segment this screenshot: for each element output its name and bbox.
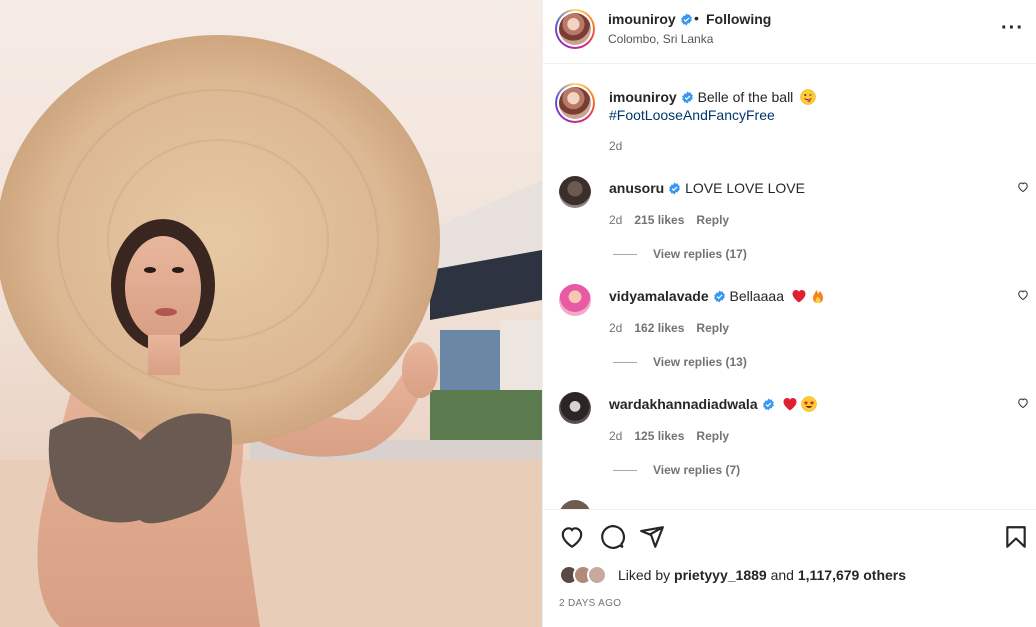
- view-replies-button[interactable]: View replies (7): [613, 463, 740, 477]
- verified-badge-icon: [681, 91, 693, 104]
- bookmark-icon[interactable]: [1003, 524, 1029, 550]
- commenter-username[interactable]: wardakhannadiadwala: [609, 396, 758, 412]
- red-heart-emoji-icon: [792, 290, 806, 303]
- comment-text-line: anusoru LOVE LOVE LOVE: [609, 180, 805, 196]
- comment-text-line: wardakhannadiadwala: [609, 396, 817, 412]
- commenter-avatar-partial[interactable]: [559, 500, 591, 509]
- share-icon[interactable]: [639, 524, 665, 550]
- comment-age: 2d: [609, 429, 623, 443]
- comment-text-line: vidyamalavade Bellaaaa: [609, 288, 826, 304]
- author-username[interactable]: imouniroy: [608, 11, 693, 27]
- caption-hashtag[interactable]: #FootLooseAndFancyFree: [609, 107, 775, 123]
- separator-dot: •: [694, 10, 699, 26]
- commenter-avatar[interactable]: [559, 284, 591, 316]
- comments-section[interactable]: imouniroy Belle of the ball #FootLooseAn…: [543, 64, 1036, 509]
- comment-likes[interactable]: 162 likes: [634, 321, 684, 335]
- caption-text: Belle of the ball: [697, 89, 794, 105]
- commenter-username[interactable]: anusoru: [609, 180, 664, 196]
- reply-button[interactable]: Reply: [696, 429, 729, 443]
- caption-avatar[interactable]: [555, 83, 595, 123]
- post-location[interactable]: Colombo, Sri Lanka: [608, 32, 713, 46]
- comment-item: wardakhannadiadwala 2d 125 likes Reply Vie…: [543, 392, 1036, 500]
- caption-line: imouniroy Belle of the ball: [609, 89, 816, 105]
- post-photo[interactable]: [0, 0, 542, 627]
- commenter-avatar[interactable]: [559, 176, 591, 208]
- caption-age: 2d: [609, 139, 623, 153]
- star-struck-emoji-icon: [800, 396, 817, 412]
- liker-avatars: [559, 565, 617, 587]
- liked-by-text: Liked by prietyyy_1889 and 1,117,679 oth…: [618, 567, 907, 583]
- author-avatar[interactable]: [555, 9, 595, 49]
- comment-likes[interactable]: 125 likes: [634, 429, 684, 443]
- comment-item: vidyamalavade Bellaaaa 2d 162 likes Reply …: [543, 284, 1036, 392]
- post-details-panel: imouniroy • Following Colombo, Sri Lanka…: [542, 0, 1036, 627]
- view-replies-button[interactable]: View replies (13): [613, 355, 747, 369]
- comment-like-heart-icon[interactable]: [1017, 289, 1029, 301]
- comment-icon[interactable]: [599, 524, 625, 550]
- post-timestamp[interactable]: 2 DAYS AGO: [559, 598, 621, 609]
- caption-username[interactable]: imouniroy: [609, 89, 677, 105]
- post-header: imouniroy • Following Colombo, Sri Lanka…: [543, 0, 1036, 64]
- fire-emoji-icon: [812, 290, 823, 303]
- commenter-avatar[interactable]: [559, 392, 591, 424]
- commenter-username[interactable]: vidyamalavade: [609, 288, 709, 304]
- comment-meta: 2d 215 likes Reply: [609, 213, 741, 227]
- verified-badge-icon: [680, 13, 692, 26]
- comment-likes[interactable]: 215 likes: [634, 213, 684, 227]
- likes-count[interactable]: 1,117,679 others: [798, 567, 906, 583]
- liker-avatar: [587, 565, 607, 585]
- comment-like-heart-icon[interactable]: [1017, 181, 1029, 193]
- comment-text: Bellaaaa: [729, 288, 785, 304]
- winking-tongue-emoji-icon: [800, 89, 816, 105]
- comment-like-heart-icon[interactable]: [1017, 397, 1029, 409]
- comment-text: LOVE LOVE LOVE: [685, 180, 805, 196]
- post-image: [0, 35, 542, 627]
- following-button[interactable]: Following: [706, 11, 771, 27]
- post-actions: Liked by prietyyy_1889 and 1,117,679 oth…: [543, 509, 1036, 627]
- verified-badge-icon: [762, 398, 774, 411]
- comment-age: 2d: [609, 321, 623, 335]
- reply-button[interactable]: Reply: [696, 321, 729, 335]
- liked-by-user[interactable]: prietyyy_1889: [674, 567, 767, 583]
- comment-meta: 2d 125 likes Reply: [609, 429, 741, 443]
- heart-icon[interactable]: [559, 524, 585, 550]
- comment-meta: 2d 162 likes Reply: [609, 321, 741, 335]
- view-replies-button[interactable]: View replies (17): [613, 247, 747, 261]
- comment-item: anusoru LOVE LOVE LOVE 2d 215 likes Reply …: [543, 176, 1036, 284]
- verified-badge-icon: [713, 290, 725, 303]
- comment-age: 2d: [609, 213, 623, 227]
- more-options-icon[interactable]: ···: [1001, 18, 1023, 40]
- verified-badge-icon: [669, 182, 681, 195]
- red-heart-emoji-icon: [783, 398, 796, 411]
- reply-button[interactable]: Reply: [696, 213, 729, 227]
